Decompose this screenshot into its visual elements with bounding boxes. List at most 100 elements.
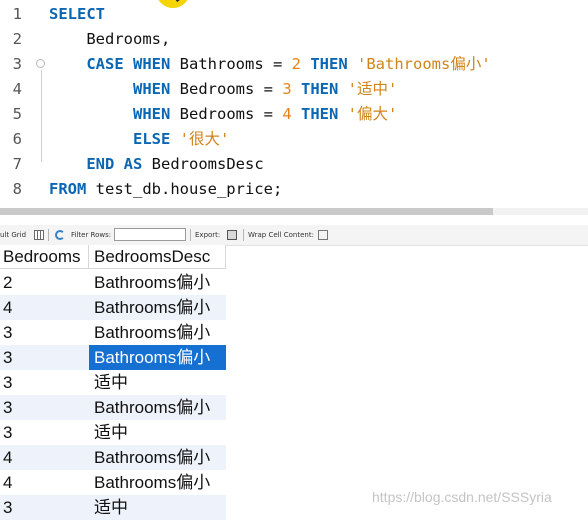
code-token: 3 <box>282 80 292 98</box>
grid-body: 2 Bathrooms偏小 4 Bathrooms偏小 3 Bathrooms偏小 3 Bat… <box>0 270 588 520</box>
cell-bedroomsdesc[interactable]: Bathrooms偏小 <box>89 445 226 470</box>
table-row[interactable]: 3 适中 <box>0 420 588 445</box>
cell-bedroomsdesc[interactable]: Bathrooms偏小 <box>89 270 226 295</box>
watermark: https://blog.csdn.net/SSSyria <box>372 489 552 505</box>
cell-bedroomsdesc[interactable]: Bathrooms偏小 <box>89 470 226 495</box>
code-line[interactable]: 8 FROM test_db.house_price; <box>0 177 283 202</box>
result-grid: Bedrooms BedroomsDesc 2 Bathrooms偏小 4 Bathr… <box>0 245 588 520</box>
code-line[interactable]: 4 WHEN Bedrooms = 3 THEN '适中' <box>0 77 398 102</box>
code-token: WHEN <box>133 105 171 123</box>
code-token: CASE <box>86 55 124 73</box>
code-token: Bathrooms = <box>170 55 292 73</box>
code-token: '很大' <box>179 130 230 148</box>
code-token: '偏大' <box>347 105 398 123</box>
column-header-bedroomsdesc[interactable]: BedroomsDesc <box>89 245 226 269</box>
result-grid-label[interactable]: ult Grid <box>0 225 26 245</box>
filter-rows-label: Filter Rows: <box>71 231 112 239</box>
line-number: 7 <box>12 155 22 173</box>
cell-bedroomsdesc[interactable]: Bathrooms偏小 <box>89 395 226 420</box>
cell-bedrooms[interactable]: 3 <box>0 345 89 370</box>
code-token: END <box>86 155 115 173</box>
code-line[interactable]: 2 Bedrooms, <box>0 27 171 52</box>
horizontal-scrollbar-thumb[interactable] <box>0 208 493 215</box>
cell-bedrooms[interactable]: 3 <box>0 320 89 345</box>
wrap-cell-content-label: Wrap Cell Content: <box>248 231 314 239</box>
cell-bedrooms[interactable]: 4 <box>0 295 89 320</box>
code-token: WHEN <box>133 55 171 73</box>
cell-bedroomsdesc[interactable]: Bathrooms偏小 <box>89 320 226 345</box>
code-token: 4 <box>282 105 292 123</box>
code-token: Bedrooms, <box>86 30 171 48</box>
filter-rows-input[interactable] <box>114 228 186 241</box>
export-icon[interactable] <box>227 230 237 240</box>
code-token: BedroomsDesc <box>142 155 264 173</box>
code-line[interactable]: 7 END AS BedroomsDesc <box>0 152 264 177</box>
cell-bedroomsdesc[interactable]: 适中 <box>89 370 226 395</box>
line-number: 2 <box>12 30 22 48</box>
cell-bedrooms[interactable]: 3 <box>0 495 89 520</box>
cell-bedrooms[interactable]: 2 <box>0 270 89 295</box>
code-token: WHEN <box>133 80 171 98</box>
cell-bedrooms[interactable]: 3 <box>0 395 89 420</box>
grid-view-icon[interactable] <box>34 230 44 240</box>
code-line[interactable]: 5 WHEN Bedrooms = 4 THEN '偏大' <box>0 102 398 127</box>
export-label: Export: <box>195 231 221 239</box>
code-token: Bedrooms = <box>170 80 283 98</box>
table-row[interactable]: 3 Bathrooms偏小 <box>0 395 588 420</box>
code-token: ELSE <box>133 130 171 148</box>
table-row[interactable]: 3 Bathrooms偏小 <box>0 345 588 370</box>
column-header-bedrooms[interactable]: Bedrooms <box>0 245 89 269</box>
toolbar-divider <box>190 229 191 241</box>
code-token: 'Bathrooms偏小' <box>357 55 491 73</box>
table-row[interactable]: 2 Bathrooms偏小 <box>0 270 588 295</box>
code-token: SELECT <box>49 5 105 23</box>
toolbar-divider <box>48 229 49 241</box>
code-line[interactable]: 1 SELECT <box>0 2 105 27</box>
code-token: '适中' <box>347 80 398 98</box>
code-token: FROM <box>49 180 87 198</box>
result-toolbar: ult Grid Filter Rows: Export: Wrap Cell … <box>0 225 588 246</box>
cell-bedrooms[interactable]: 4 <box>0 445 89 470</box>
table-row[interactable]: 3 Bathrooms偏小 <box>0 320 588 345</box>
table-row[interactable]: 4 Bathrooms偏小 <box>0 445 588 470</box>
cell-bedroomsdesc[interactable]: 适中 <box>89 420 226 445</box>
wrap-cell-content-icon[interactable] <box>318 230 328 240</box>
code-token: THEN <box>301 105 339 123</box>
sql-editor[interactable]: 1 SELECT 2 Bedrooms, 3 CASE WHEN Bathrooms … <box>0 0 588 210</box>
code-token: THEN <box>301 80 339 98</box>
cell-bedrooms[interactable]: 3 <box>0 420 89 445</box>
table-row[interactable]: 3 适中 <box>0 370 588 395</box>
cell-bedrooms[interactable]: 3 <box>0 370 89 395</box>
cell-bedrooms[interactable]: 4 <box>0 470 89 495</box>
table-row[interactable]: 4 Bathrooms偏小 <box>0 295 588 320</box>
cell-bedroomsdesc[interactable]: Bathrooms偏小 <box>89 295 226 320</box>
line-number: 6 <box>12 130 22 148</box>
cell-bedroomsdesc[interactable]: Bathrooms偏小 <box>89 345 226 370</box>
line-number: 8 <box>12 180 22 198</box>
cell-bedroomsdesc[interactable]: 适中 <box>89 495 226 520</box>
code-token: test_db.house_price; <box>86 180 283 198</box>
grid-header: Bedrooms BedroomsDesc <box>0 245 588 270</box>
line-number: 3 <box>12 55 22 73</box>
code-line[interactable]: 3 CASE WHEN Bathrooms = 2 THEN 'Bathroom… <box>0 52 491 77</box>
line-number: 1 <box>12 5 22 23</box>
cursor-highlight-icon <box>156 0 190 8</box>
code-token: Bedrooms = <box>170 105 283 123</box>
code-line[interactable]: 6 ELSE '很大' <box>0 127 230 152</box>
line-number: 5 <box>12 105 22 123</box>
refresh-icon[interactable] <box>55 230 65 240</box>
